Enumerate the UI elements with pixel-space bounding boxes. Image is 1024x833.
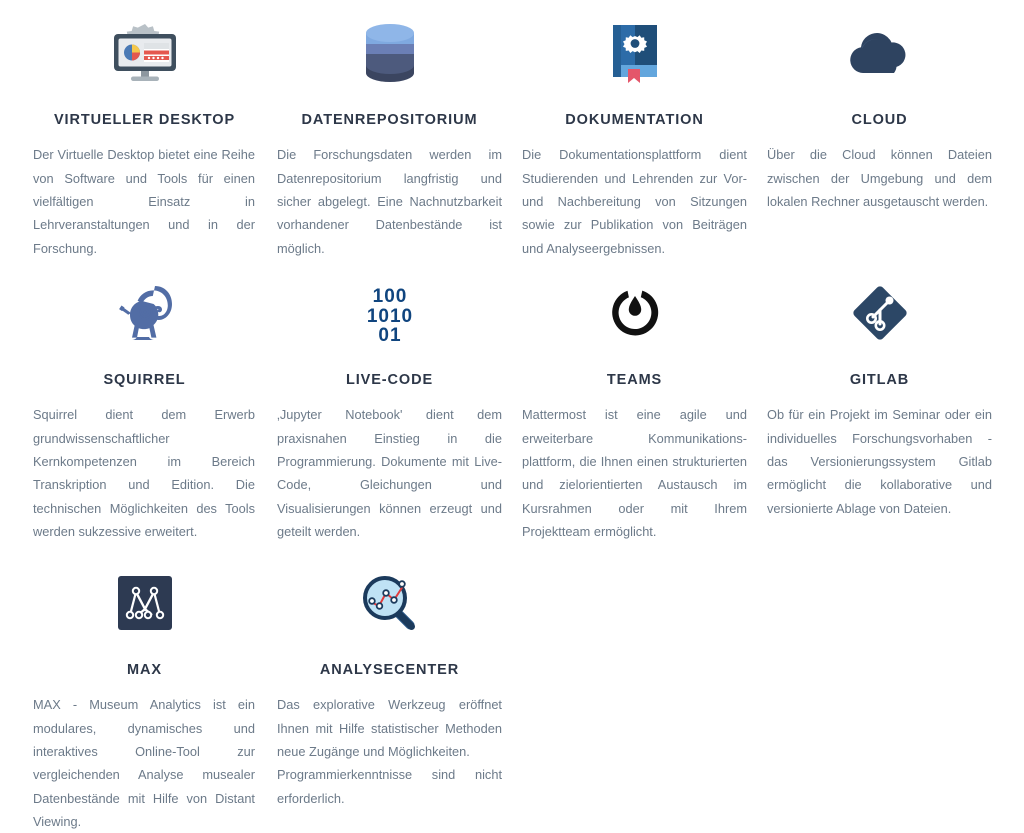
tool-card-dokumentation[interactable]: DOKUMENTATION Die Dokumentationsplattfor… [512,10,757,270]
svg-text:1010: 1010 [366,306,412,327]
tool-card-cloud[interactable]: CLOUD Über die Cloud können Dateien zwis… [757,10,1002,270]
card-title: LIVE-CODE [345,372,434,388]
squirrel-icon [32,270,257,356]
tool-card-analysecenter[interactable]: ANALYSECENTER Das explorative Werkzeug e… [267,560,512,833]
tool-card-gitlab[interactable]: GITLAB Ob für ein Projekt im Seminar ode… [757,270,1002,560]
cloud-icon [767,10,992,96]
card-title: CLOUD [851,112,908,128]
tool-card-squirrel[interactable]: SQUIRREL Squirrel dient dem Erwerb grund… [22,270,267,560]
card-title: TEAMS [606,372,663,388]
card-title: DATENREPOSITORIUM [301,112,478,128]
card-title: DOKUMENTATION [565,112,704,128]
card-description: Der Virtuelle Desktop bietet eine Reihe … [33,147,255,256]
card-title: VIRTUELLER DESKTOP [53,112,236,128]
svg-text:01: 01 [378,325,401,343]
tool-card-virtueller-desktop[interactable]: VIRTUELLER DESKTOP Der Virtuelle Desktop… [22,10,267,270]
mattermost-icon [522,270,747,356]
card-description: Die Dokumentationsplattform dient Studie… [522,147,747,256]
monitor-gear-icon [32,10,257,96]
card-description: Die Forschungsdaten werden im Datenrepos… [277,147,502,256]
card-title: MAX [127,662,162,678]
card-description: Mattermost ist eine agile und erweiterba… [522,407,747,539]
tool-card-datenrepositorium[interactable]: DATENREPOSITORIUM Die Forschungsdaten we… [267,10,512,270]
tools-grid: VIRTUELLER DESKTOP Der Virtuelle Desktop… [22,0,1002,833]
max-network-icon [32,560,257,646]
tool-card-teams[interactable]: TEAMS Mattermost ist eine agile und erwe… [512,270,757,560]
card-title: GITLAB [849,372,910,388]
magnifier-chart-icon [277,560,502,646]
svg-text:100: 100 [372,286,407,307]
card-description: Ob für ein Projekt im Seminar oder ein i… [767,407,992,516]
binary-code-icon: 100 1010 01 [277,270,502,356]
card-description: ‚Jupyter Notebook' dient dem praxisnahen… [277,407,502,539]
card-title: SQUIRREL [103,372,186,388]
card-description: Squirrel dient dem Erwerb grundwissensch… [33,407,255,539]
card-description: Über die Cloud können Dateien zwischen d… [767,147,992,209]
card-description: Das explorative Werkzeug eröffnet Ihnen … [277,697,502,806]
gitlab-diamond-icon [767,270,992,356]
tool-card-live-code[interactable]: 100 1010 01 LIVE-CODE ‚Jupyter Notebook'… [267,270,512,560]
card-description: MAX - Museum Analytics ist ein modulares… [33,697,255,829]
tool-card-max[interactable]: MAX MAX - Museum Analytics ist ein modul… [22,560,267,833]
database-icon [277,10,502,96]
book-gear-icon [522,10,747,96]
card-title: ANALYSECENTER [319,662,460,678]
